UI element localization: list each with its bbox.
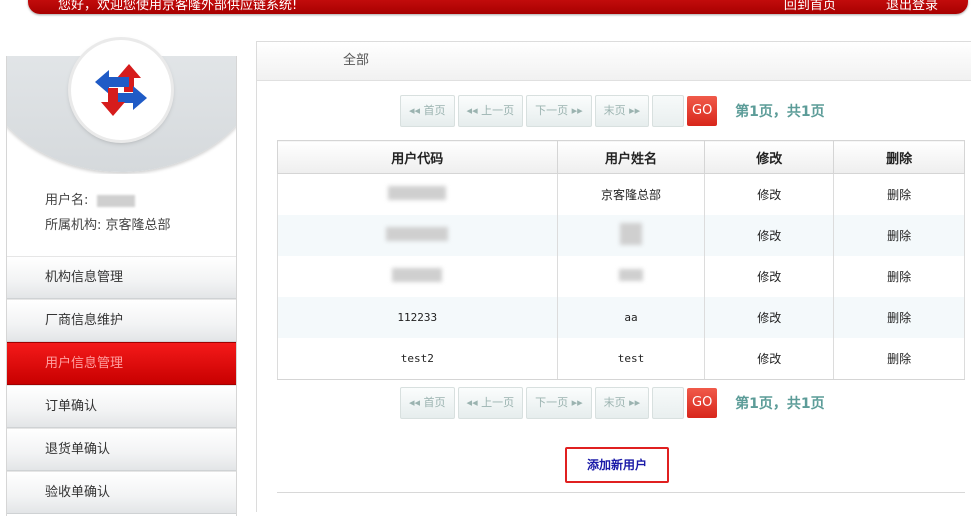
go-button[interactable]: GO (687, 96, 718, 126)
top-bar: 您好，欢迎您使用京客隆外部供应链系统! 回到首页 退出登录 (28, 0, 968, 14)
welcome-text: 您好，欢迎您使用京客隆外部供应链系统! (58, 0, 298, 13)
go-button[interactable]: GO (687, 388, 718, 418)
org-label: 所属机构: (45, 218, 102, 233)
user-name-cell: 京客隆总部 (556, 173, 706, 215)
sidebar-nav: 机构信息管理 厂商信息维护 用户信息管理 订单确认 退货单确认 验收单确认 (7, 256, 236, 514)
first-page-button[interactable]: ◂◂ 首页 (400, 95, 455, 127)
org-value: 京客隆总部 (105, 218, 171, 233)
delete-link[interactable]: 删除 (833, 173, 965, 215)
user-code-cell (277, 256, 558, 297)
username-label: 用户名: (45, 193, 89, 208)
username-value-redacted (96, 194, 135, 207)
page-info: 第1页，共1页 (735, 396, 825, 412)
breadcrumb: 全部 (257, 42, 971, 81)
sidebar-item-org-management[interactable]: 机构信息管理 (7, 256, 236, 299)
user-info: 用户名: 所属机构: 京客隆总部 (45, 194, 171, 244)
table-row: 112233 aa 修改 删除 (277, 297, 965, 338)
edit-link[interactable]: 修改 (704, 173, 835, 215)
page-info: 第1页，共1页 (735, 104, 825, 120)
column-header-user-name: 用户姓名 (556, 140, 706, 174)
next-page-button[interactable]: 下一页 ▸▸ (526, 387, 592, 419)
delete-link[interactable]: 删除 (833, 256, 965, 297)
add-user-button[interactable]: 添加新用户 (565, 447, 669, 483)
logout-link[interactable]: 退出登录 (886, 0, 938, 13)
top-links: 回到首页 退出登录 (738, 0, 938, 13)
pager-bottom: ◂◂ 首页 ◂◂ 上一页 下一页 ▸▸ 末页 ▸▸ GO 第1页，共1页 (400, 387, 825, 419)
sidebar-item-vendor-maintenance[interactable]: 厂商信息维护 (7, 299, 236, 342)
column-header-delete: 删除 (833, 140, 965, 174)
divider (277, 492, 965, 493)
table-row: 修改 删除 (277, 256, 965, 297)
sidebar-item-user-management[interactable]: 用户信息管理 (7, 342, 236, 385)
edit-link[interactable]: 修改 (704, 256, 835, 297)
home-link[interactable]: 回到首页 (784, 0, 836, 13)
main-panel: 全部 ◂◂ 首页 ◂◂ 上一页 下一页 ▸▸ 末页 ▸▸ GO 第1页，共1页 … (256, 41, 971, 512)
first-page-button[interactable]: ◂◂ 首页 (400, 387, 455, 419)
page-number-input[interactable] (652, 387, 685, 419)
user-table: 用户代码 用户姓名 修改 删除 京客隆总部 修改 删除 修改 删除 修改 删除 … (277, 140, 965, 380)
user-code-cell: test2 (277, 338, 558, 380)
table-row: test2 test 修改 删除 (277, 338, 965, 380)
column-header-user-code: 用户代码 (277, 140, 558, 174)
user-code-cell (277, 173, 558, 215)
table-header-row: 用户代码 用户姓名 修改 删除 (277, 140, 965, 174)
next-page-button[interactable]: 下一页 ▸▸ (526, 95, 592, 127)
user-code-cell (277, 215, 558, 256)
edit-link[interactable]: 修改 (704, 215, 835, 256)
delete-link[interactable]: 删除 (833, 338, 965, 380)
user-name-cell: test (556, 338, 706, 380)
page-number-input[interactable] (652, 95, 685, 127)
prev-page-button[interactable]: ◂◂ 上一页 (457, 95, 524, 127)
user-name-cell (556, 256, 706, 297)
sidebar-item-receipt-confirm[interactable]: 验收单确认 (7, 471, 236, 514)
delete-link[interactable]: 删除 (833, 297, 965, 338)
sidebar-item-return-confirm[interactable]: 退货单确认 (7, 428, 236, 471)
edit-link[interactable]: 修改 (704, 338, 835, 380)
column-header-edit: 修改 (704, 140, 835, 174)
last-page-button[interactable]: 末页 ▸▸ (594, 95, 650, 127)
user-name-cell (556, 215, 706, 256)
table-row: 修改 删除 (277, 215, 965, 256)
logo-icon (71, 40, 171, 140)
edit-link[interactable]: 修改 (704, 297, 835, 338)
user-code-cell: 112233 (277, 297, 558, 338)
delete-link[interactable]: 删除 (833, 215, 965, 256)
sidebar: 用户名: 所属机构: 京客隆总部 机构信息管理 厂商信息维护 用户信息管理 订单… (6, 40, 237, 516)
sidebar-item-order-confirm[interactable]: 订单确认 (7, 385, 236, 428)
pager-top: ◂◂ 首页 ◂◂ 上一页 下一页 ▸▸ 末页 ▸▸ GO 第1页，共1页 (400, 95, 825, 127)
prev-page-button[interactable]: ◂◂ 上一页 (457, 387, 524, 419)
table-row: 京客隆总部 修改 删除 (277, 173, 965, 215)
user-name-cell: aa (556, 297, 706, 338)
last-page-button[interactable]: 末页 ▸▸ (594, 387, 650, 419)
